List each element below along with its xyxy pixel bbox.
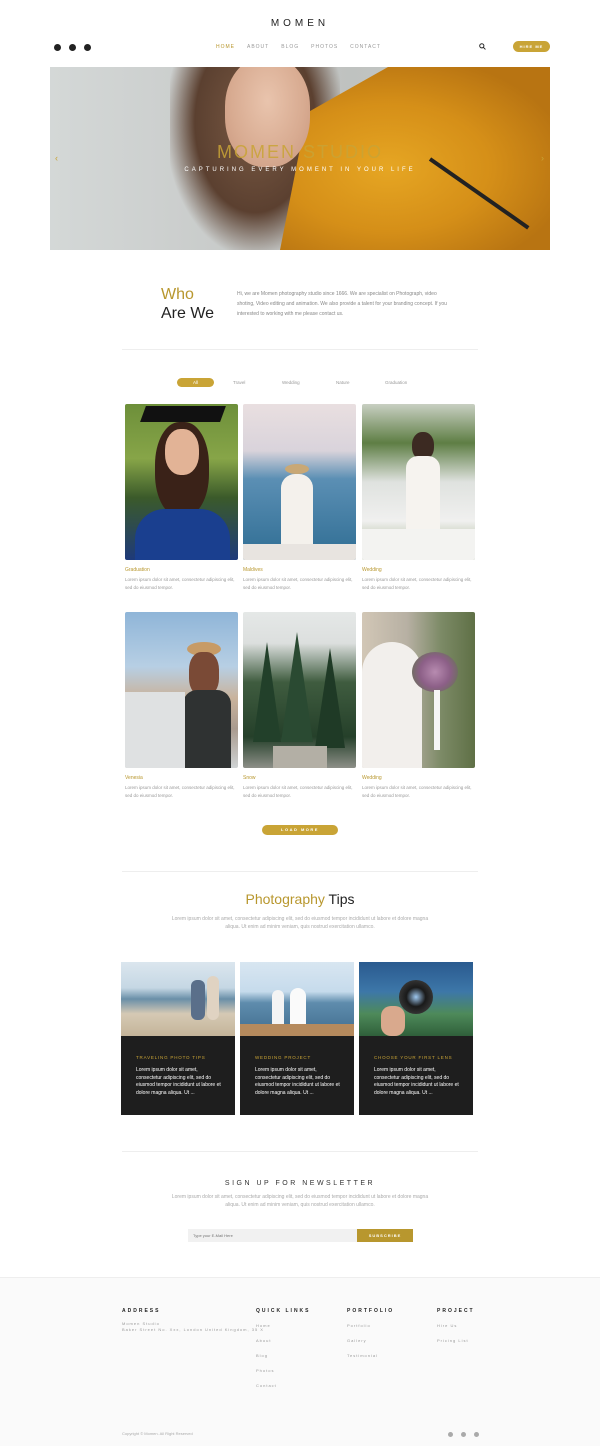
tip-card[interactable]: WEDDING PROJECT Lorem ipsum dolor sit am…	[240, 962, 354, 1115]
divider	[122, 349, 478, 350]
filter-wedding[interactable]: Wedding	[282, 378, 300, 387]
filter-nature[interactable]: Nature	[336, 378, 350, 387]
footer: ADDRESS Momen Studio Baker Street No. Xx…	[0, 1277, 600, 1446]
nav-item-photos[interactable]: PHOTOS	[311, 44, 338, 50]
gallery-card-desc: Lorem ipsum dolor sit amet, consectetur …	[243, 785, 353, 798]
youtube-icon[interactable]	[84, 44, 91, 51]
hero-next-arrow-icon[interactable]: ›	[541, 153, 544, 163]
footer-link-about[interactable]: About	[256, 1338, 311, 1343]
gallery-card-desc: Lorem ipsum dolor sit amet, consectetur …	[125, 785, 235, 798]
footer-heading: PORTFOLIO	[347, 1308, 395, 1314]
about-heading-accent: Who	[161, 286, 194, 303]
newsletter-heading: SIGN UP FOR NEWSLETTER	[224, 1180, 376, 1187]
gallery-card-title: Maldives	[243, 567, 263, 573]
facebook-icon[interactable]	[54, 44, 61, 51]
subscribe-button[interactable]: SUBSCRIBE	[357, 1229, 413, 1242]
gallery-card-desc: Lorem ipsum dolor sit amet, consectetur …	[362, 577, 472, 590]
footer-link-testimonial[interactable]: Testimonial	[347, 1353, 394, 1358]
filter-all[interactable]: All	[177, 378, 214, 387]
brand-logo[interactable]: MOMEN	[0, 18, 600, 29]
footer-heading: PROJECT	[437, 1308, 475, 1314]
footer-portfolio: PORTFOLIO Portfolio Gallery Testimonial	[347, 1308, 394, 1368]
divider	[122, 871, 478, 872]
twitter-icon[interactable]	[461, 1432, 466, 1437]
address-line: Baker Street No. Xxx, London United King…	[122, 1327, 264, 1332]
gallery-photo-graduation[interactable]	[125, 404, 238, 560]
footer-link-gallery[interactable]: Gallery	[347, 1338, 394, 1343]
gallery-card-title: Venesia	[125, 775, 143, 781]
divider	[122, 1151, 478, 1152]
hire-me-button[interactable]: HIRE ME	[513, 41, 550, 52]
about-text: Hi, we are Momen photography studio sinc…	[237, 291, 447, 317]
gallery-card[interactable]: Maldives Lorem ipsum dolor sit amet, con…	[243, 404, 356, 592]
filter-travel[interactable]: Travel	[233, 378, 245, 387]
footer-link-blog[interactable]: Blog	[256, 1353, 311, 1358]
tip-photo-travel[interactable]	[121, 962, 235, 1036]
about-heading: Are We	[161, 305, 215, 322]
footer-link-portfolio[interactable]: Portfolio	[347, 1323, 394, 1328]
tip-text: Lorem ipsum dolor sit amet, consectetur …	[255, 1067, 340, 1096]
twitter-icon[interactable]	[69, 44, 76, 51]
footer-link-photos[interactable]: Photos	[256, 1368, 311, 1373]
footer-address: ADDRESS Momen Studio Baker Street No. Xx…	[122, 1308, 264, 1333]
nav-item-home[interactable]: HOME	[216, 44, 235, 50]
gallery-card[interactable]: Graduation Lorem ipsum dolor sit amet, c…	[125, 404, 238, 592]
gallery-card-desc: Lorem ipsum dolor sit amet, consectetur …	[362, 785, 472, 798]
newsletter-email-input[interactable]	[188, 1229, 357, 1242]
tip-photo-wedding[interactable]	[240, 962, 354, 1036]
instagram-icon[interactable]	[474, 1432, 479, 1437]
header-social-links	[54, 44, 91, 51]
filter-graduation[interactable]: Graduation	[385, 378, 407, 387]
tip-photo-lens[interactable]	[359, 962, 473, 1036]
tips-heading: Photography Tips	[0, 891, 600, 907]
tip-card[interactable]: TRAVELING PHOTO TIPS Lorem ipsum dolor s…	[121, 962, 235, 1115]
copyright-text: Copyright © Momen. All Right Reserved	[122, 1431, 193, 1436]
hero-prev-arrow-icon[interactable]: ‹	[55, 153, 58, 163]
gallery-card[interactable]: Snow Lorem ipsum dolor sit amet, consect…	[243, 612, 356, 800]
gallery-photo-maldives[interactable]	[243, 404, 356, 560]
footer-heading: QUICK LINKS	[256, 1308, 311, 1314]
newsletter-subtitle: Lorem ipsum dolor sit amet, consectetur …	[171, 1194, 429, 1208]
tips-subtitle: Lorem ipsum dolor sit amet, consectetur …	[171, 916, 429, 930]
tip-card[interactable]: CHOOSE YOUR FIRST LENS Lorem ipsum dolor…	[359, 962, 473, 1115]
tip-text: Lorem ipsum dolor sit amet, consectetur …	[374, 1067, 459, 1096]
gallery-photo-wedding[interactable]	[362, 404, 475, 560]
gallery-card-desc: Lorem ipsum dolor sit amet, consectetur …	[125, 577, 235, 590]
tips-heading-accent: Photography	[245, 891, 325, 907]
footer-social-links	[448, 1432, 479, 1437]
footer-link-hire-us[interactable]: Hire Us	[437, 1323, 475, 1328]
footer-quick-links: QUICK LINKS Home About Blog Photos Conta…	[256, 1308, 311, 1398]
hero-subtitle: CAPTURING EVERY MOMENT IN YOUR LIFE	[184, 167, 416, 173]
gallery-card-desc: Lorem ipsum dolor sit amet, consectetur …	[243, 577, 353, 590]
gallery-photo-wedding-bouquet[interactable]	[362, 612, 475, 768]
nav-item-contact[interactable]: CONTACT	[350, 44, 381, 50]
gallery-card[interactable]: Venesia Lorem ipsum dolor sit amet, cons…	[125, 612, 238, 800]
search-icon[interactable]	[479, 43, 486, 50]
tip-text: Lorem ipsum dolor sit amet, consectetur …	[136, 1067, 221, 1096]
tip-category: TRAVELING PHOTO TIPS	[136, 1055, 206, 1060]
gallery-photo-venesia[interactable]	[125, 612, 238, 768]
nav-item-about[interactable]: ABOUT	[247, 44, 269, 50]
gallery-card-title: Wedding	[362, 775, 382, 781]
nav-item-blog[interactable]: BLOG	[281, 44, 299, 50]
tip-category: CHOOSE YOUR FIRST LENS	[374, 1055, 453, 1060]
gallery-card-title: Wedding	[362, 567, 382, 573]
hero-title: MOMEN STUDIO	[217, 142, 383, 162]
gallery-card[interactable]: Wedding Lorem ipsum dolor sit amet, cons…	[362, 612, 475, 800]
footer-link-contact[interactable]: Contact	[256, 1383, 311, 1388]
footer-project: PROJECT Hire Us Pricing List	[437, 1308, 475, 1353]
tips-heading-rest: Tips	[328, 891, 355, 907]
tip-category: WEDDING PROJECT	[255, 1055, 312, 1060]
gallery-photo-snow[interactable]	[243, 612, 356, 768]
gallery-card[interactable]: Wedding Lorem ipsum dolor sit amet, cons…	[362, 404, 475, 592]
footer-link-home[interactable]: Home	[256, 1323, 311, 1328]
gallery-card-title: Snow	[243, 775, 256, 781]
footer-link-pricing[interactable]: Pricing List	[437, 1338, 475, 1343]
gallery-card-title: Graduation	[125, 567, 150, 573]
load-more-button[interactable]: LOAD MORE	[262, 825, 338, 835]
facebook-icon[interactable]	[448, 1432, 453, 1437]
main-nav: HOME ABOUT BLOG PHOTOS CONTACT	[216, 44, 381, 50]
